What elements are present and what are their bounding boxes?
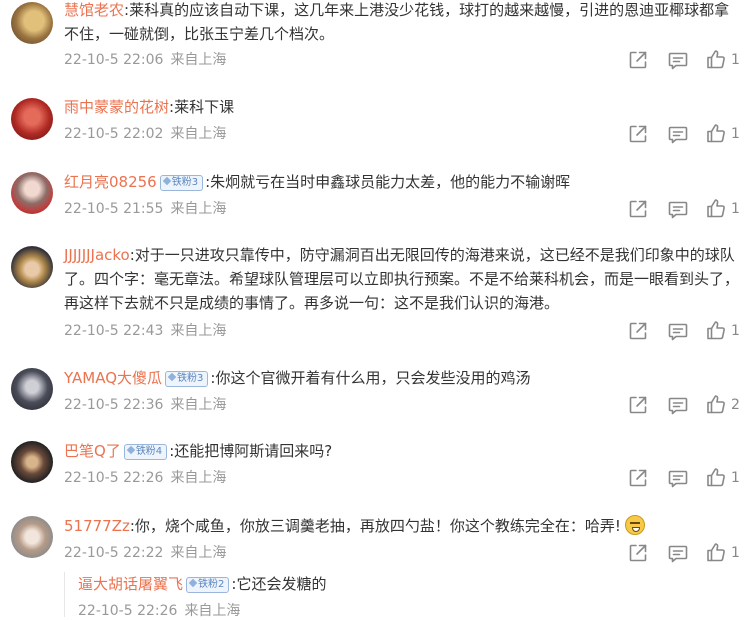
- comment-content: :你，烧个咸鱼，你放三调羹老抽，再放四勺盐！你这个教练完全在：哈弄!: [129, 517, 621, 535]
- comment-content: :莱科下课: [169, 98, 235, 116]
- comment-date: 22-10-5 22:02: [64, 126, 164, 142]
- comment-text: YAMAQ大傻瓜 铁粉3:你这个官微开着有什么用，只会发些没用的鸡汤: [64, 366, 744, 390]
- comment-date: 22-10-5 22:22: [64, 545, 164, 561]
- like-count: 1: [731, 545, 740, 561]
- comment-icon[interactable]: [667, 394, 689, 416]
- comment-meta: 22-10-5 22:06 来自上海: [64, 51, 226, 69]
- thumbs-up-icon[interactable]: [705, 319, 727, 341]
- comment-location: 来自上海: [170, 397, 227, 413]
- fan-badge[interactable]: 铁粉3: [165, 371, 209, 387]
- username-link[interactable]: 雨中蒙蒙的花树: [64, 98, 169, 116]
- comment-location: 来自上海: [170, 470, 227, 486]
- comment-meta: 22-10-5 21:55 来自上海: [64, 200, 226, 218]
- share-icon[interactable]: [627, 49, 649, 71]
- thumbs-up-icon[interactable]: [705, 197, 727, 219]
- comment-date: 22-10-5 22:36: [64, 397, 164, 413]
- reply-text: 逼大胡话屠翼飞 铁粉2:它还会发糖的: [78, 572, 750, 596]
- thumbs-up-icon[interactable]: [705, 122, 727, 144]
- comment-content: :你这个官微开着有什么用，只会发些没用的鸡汤: [210, 369, 531, 387]
- like-count: 1: [731, 470, 740, 486]
- diamond-icon: [167, 372, 177, 382]
- share-icon[interactable]: [627, 467, 649, 489]
- comment-text: 巴笔Q了 铁粉4:还能把博阿斯请回来吗?: [64, 439, 744, 463]
- thumbs-up-icon[interactable]: [705, 48, 727, 70]
- comment-icon[interactable]: [667, 198, 689, 220]
- like-count: 1: [731, 323, 740, 339]
- comment-location: 来自上海: [170, 323, 227, 339]
- comment-text: 红月亮08256 铁粉3:朱炯就亏在当时申鑫球员能力太差，他的能力不输谢晖: [64, 170, 744, 194]
- comment-meta: 22-10-5 22:26 来自上海: [64, 469, 226, 487]
- comment-icon[interactable]: [667, 467, 689, 489]
- share-icon[interactable]: [627, 198, 649, 220]
- thumbs-up-icon[interactable]: [705, 466, 727, 488]
- username-link[interactable]: JJJJJJJacko: [64, 246, 130, 264]
- comment-location: 来自上海: [170, 126, 227, 142]
- grimace-emoji-icon: [624, 515, 645, 535]
- avatar[interactable]: [11, 98, 53, 140]
- like-count: 1: [731, 126, 740, 142]
- comment-meta: 22-10-5 22:43 来自上海: [64, 322, 226, 340]
- username-link[interactable]: YAMAQ大傻瓜: [64, 369, 162, 387]
- comment-meta: 22-10-5 22:36 来自上海: [64, 396, 226, 414]
- avatar[interactable]: [11, 2, 53, 44]
- comment-date: 22-10-5 21:55: [64, 201, 164, 217]
- diamond-icon: [126, 445, 136, 455]
- comment-date: 22-10-5 22:43: [64, 323, 164, 339]
- fan-badge[interactable]: 铁粉2: [186, 577, 230, 593]
- comment-icon[interactable]: [667, 49, 689, 71]
- comment-text: 慧馆老农:莱科真的应该自动下课，这几年来上港没少花钱，球打的越来越慢，引进的恩迪…: [64, 0, 744, 46]
- comment-text: 雨中蒙蒙的花树:莱科下课: [64, 95, 744, 119]
- thumbs-up-icon[interactable]: [705, 541, 727, 563]
- username-link[interactable]: 慧馆老农: [64, 1, 124, 19]
- comment-content: :莱科真的应该自动下课，这几年来上港没少花钱，球打的越来越慢，引进的恩迪亚椰球都…: [64, 1, 730, 43]
- fan-badge[interactable]: 铁粉3: [159, 175, 204, 191]
- avatar[interactable]: [11, 516, 53, 558]
- avatar[interactable]: [11, 441, 53, 483]
- reply-meta: 22-10-5 22:26 来自上海: [78, 602, 240, 620]
- share-icon[interactable]: [627, 542, 649, 564]
- avatar[interactable]: [11, 368, 53, 410]
- comment-text: JJJJJJJacko:对于一只进攻只靠传中，防守漏洞百出无限回传的海港来说，这…: [64, 243, 744, 315]
- reply-content: :它还会发糖的: [231, 575, 327, 593]
- share-icon[interactable]: [627, 123, 649, 145]
- username-link[interactable]: 51777Zz: [64, 517, 130, 535]
- share-icon[interactable]: [627, 394, 649, 416]
- comment-meta: 22-10-5 22:02 来自上海: [64, 125, 226, 143]
- share-icon[interactable]: [627, 320, 649, 342]
- fan-badge[interactable]: 铁粉4: [123, 444, 168, 460]
- comment-content: :对于一只进攻只靠传中，防守漏洞百出无限回传的海港来说，这已经不是我们印象中的球…: [64, 246, 740, 312]
- username-link[interactable]: 红月亮08256: [64, 173, 157, 191]
- like-count: 1: [731, 201, 740, 217]
- comment-location: 来自上海: [170, 52, 227, 68]
- comment-icon[interactable]: [667, 123, 689, 145]
- like-count: 2: [731, 397, 740, 413]
- comment-date: 22-10-5 22:06: [64, 52, 164, 68]
- avatar[interactable]: [11, 172, 53, 214]
- comment-meta: 22-10-5 22:22 来自上海: [64, 544, 226, 562]
- thumbs-up-icon[interactable]: [705, 393, 727, 415]
- username-link[interactable]: 巴笔Q了: [64, 442, 121, 460]
- comment-location: 来自上海: [170, 201, 227, 217]
- comment-content: :朱炯就亏在当时申鑫球员能力太差，他的能力不输谢晖: [205, 173, 571, 191]
- comment-icon[interactable]: [667, 542, 689, 564]
- comment-content: :还能把博阿斯请回来吗?: [169, 442, 333, 460]
- username-link[interactable]: 逼大胡话屠翼飞: [78, 575, 183, 593]
- reply-item: 逼大胡话屠翼飞 铁粉2:它还会发糖的 22-10-5 22:26 来自上海: [64, 572, 750, 620]
- comment-location: 来自上海: [170, 545, 227, 561]
- diamond-icon: [188, 578, 198, 588]
- diamond-icon: [162, 176, 171, 186]
- avatar[interactable]: [11, 246, 53, 288]
- comment-icon[interactable]: [667, 320, 689, 342]
- comment-date: 22-10-5 22:26: [64, 470, 164, 486]
- comment-text: 51777Zz:你，烧个咸鱼，你放三调羹老抽，再放四勺盐！你这个教练完全在：哈弄…: [64, 514, 744, 538]
- like-count: 1: [731, 52, 740, 68]
